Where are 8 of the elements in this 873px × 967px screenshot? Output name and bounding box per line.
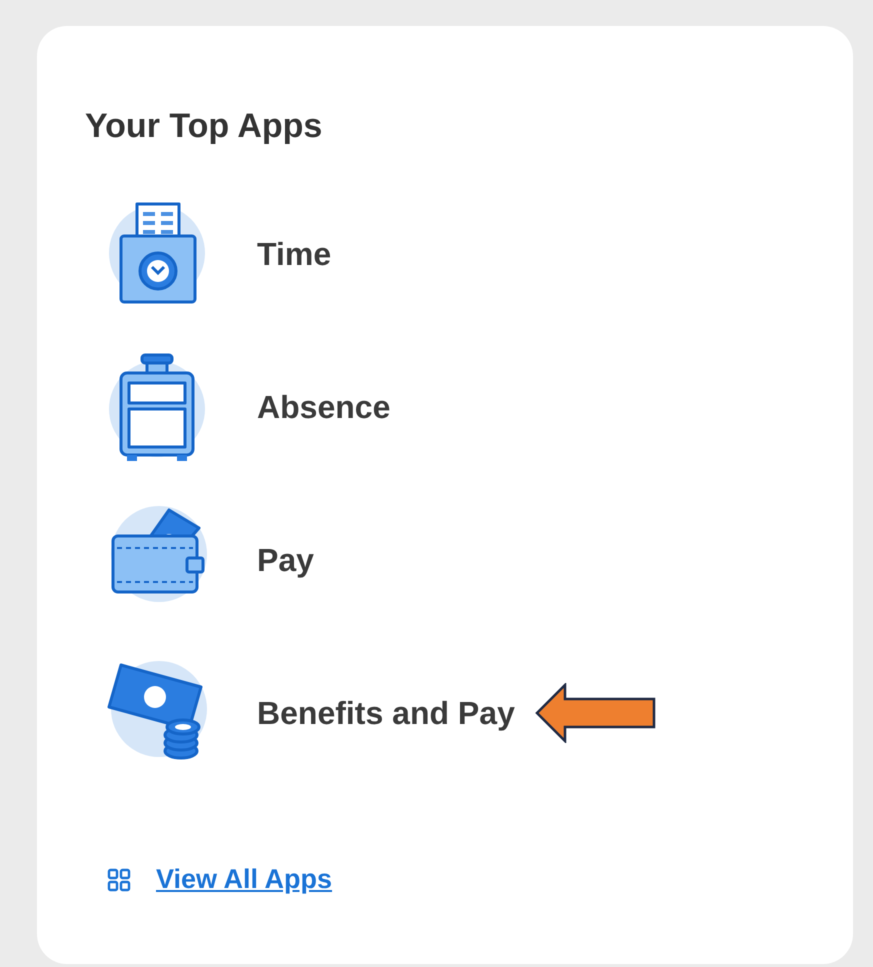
suitcase-icon[interactable] (107, 351, 207, 463)
card-title: Your Top Apps (85, 106, 324, 146)
app-link[interactable]: Benefits and Pay (257, 694, 515, 732)
app-link[interactable]: Time (257, 236, 332, 272)
grid-icon (107, 868, 131, 892)
app-link[interactable]: Absence (257, 388, 390, 426)
app-link[interactable]: Pay (257, 542, 314, 578)
view-all-apps-link[interactable]: View All Apps (156, 864, 332, 895)
